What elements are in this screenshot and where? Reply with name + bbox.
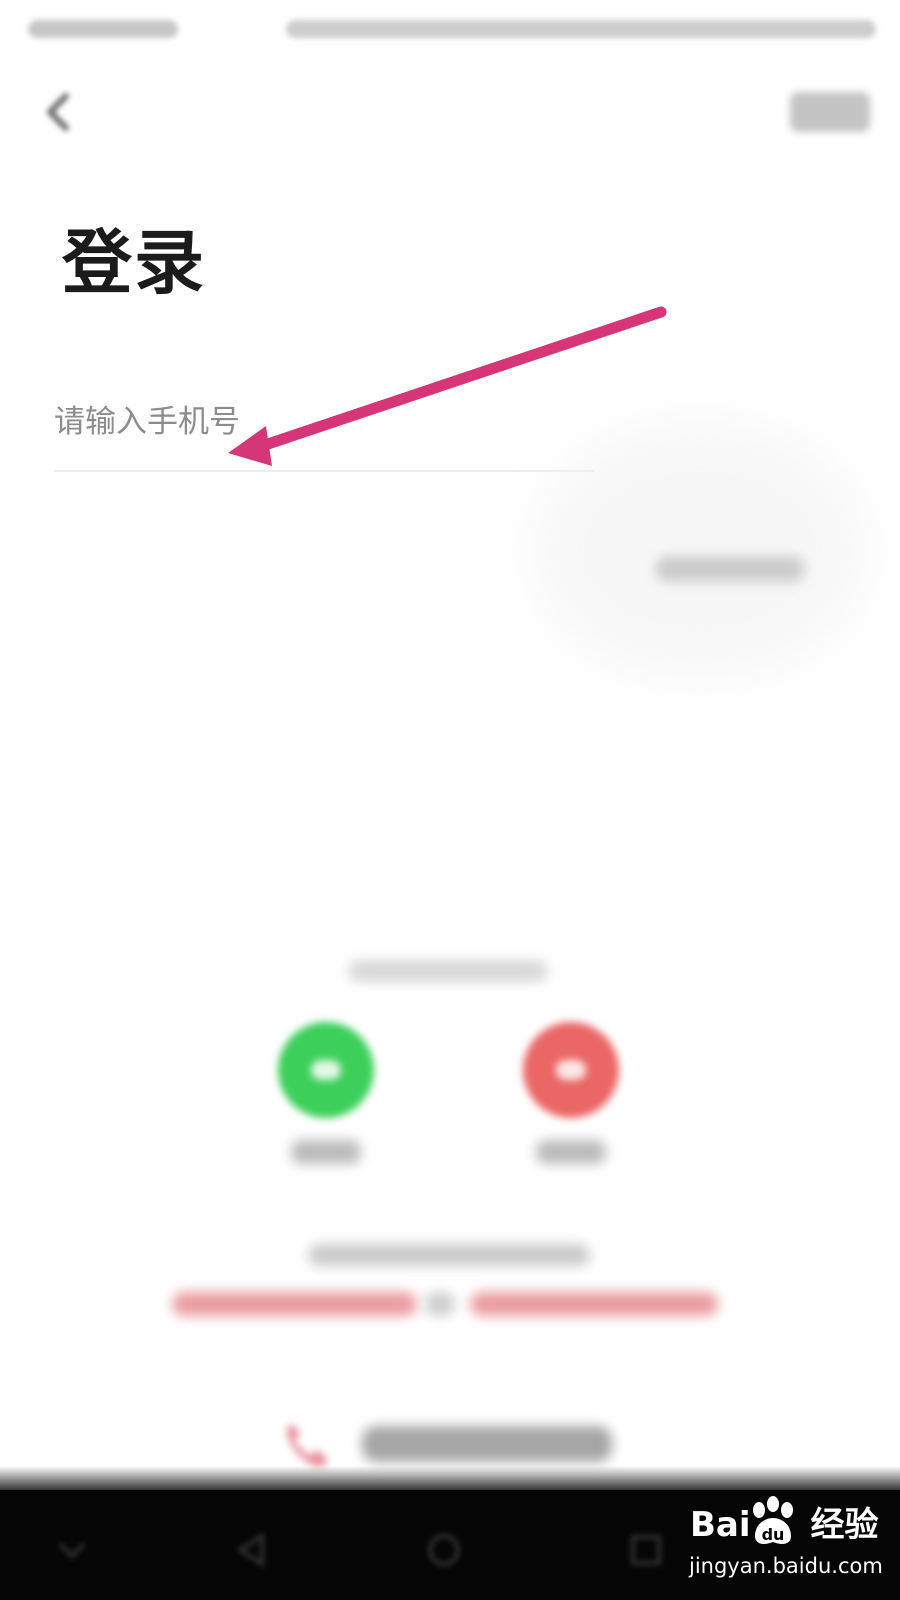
status-icons <box>286 20 876 38</box>
svg-text:du: du <box>762 1525 785 1544</box>
recent-apps-icon[interactable] <box>626 1530 666 1570</box>
wechat-icon <box>311 1060 341 1080</box>
user-agreement-link[interactable] <box>172 1292 417 1316</box>
page-title: 登录 <box>62 222 206 304</box>
third-party-login-label <box>348 960 548 982</box>
get-code-button[interactable] <box>655 556 805 582</box>
phone-icon[interactable] <box>282 1418 332 1470</box>
weibo-icon <box>556 1060 586 1080</box>
weibo-login-button[interactable] <box>523 1022 619 1118</box>
home-icon[interactable] <box>424 1530 464 1570</box>
watermark-brand-prefix: Bai <box>690 1505 751 1545</box>
back-icon[interactable] <box>232 1530 272 1570</box>
blurred-region <box>530 420 870 680</box>
watermark-url: jingyan.baidu.com <box>689 1554 883 1578</box>
chevron-left-icon[interactable] <box>36 88 84 136</box>
register-link[interactable] <box>790 92 870 132</box>
status-bar <box>0 0 900 62</box>
watermark-brand-suffix: 经验 <box>810 1505 879 1545</box>
menu-icon[interactable] <box>52 1530 92 1570</box>
wechat-label <box>291 1140 361 1164</box>
phone-input-underline <box>54 470 594 472</box>
wechat-login-button[interactable] <box>278 1022 374 1118</box>
agreement-conjunction <box>425 1292 455 1316</box>
carrier-info <box>28 20 178 38</box>
agreement-text <box>308 1244 590 1266</box>
help-hotline-text[interactable] <box>362 1426 612 1462</box>
phone-input[interactable] <box>54 398 584 446</box>
privacy-policy-link[interactable] <box>470 1292 718 1316</box>
weibo-label <box>536 1140 606 1164</box>
paw-logo-icon: du <box>753 1496 793 1544</box>
login-screen: 登录 Bai 经验 <box>0 0 900 1600</box>
